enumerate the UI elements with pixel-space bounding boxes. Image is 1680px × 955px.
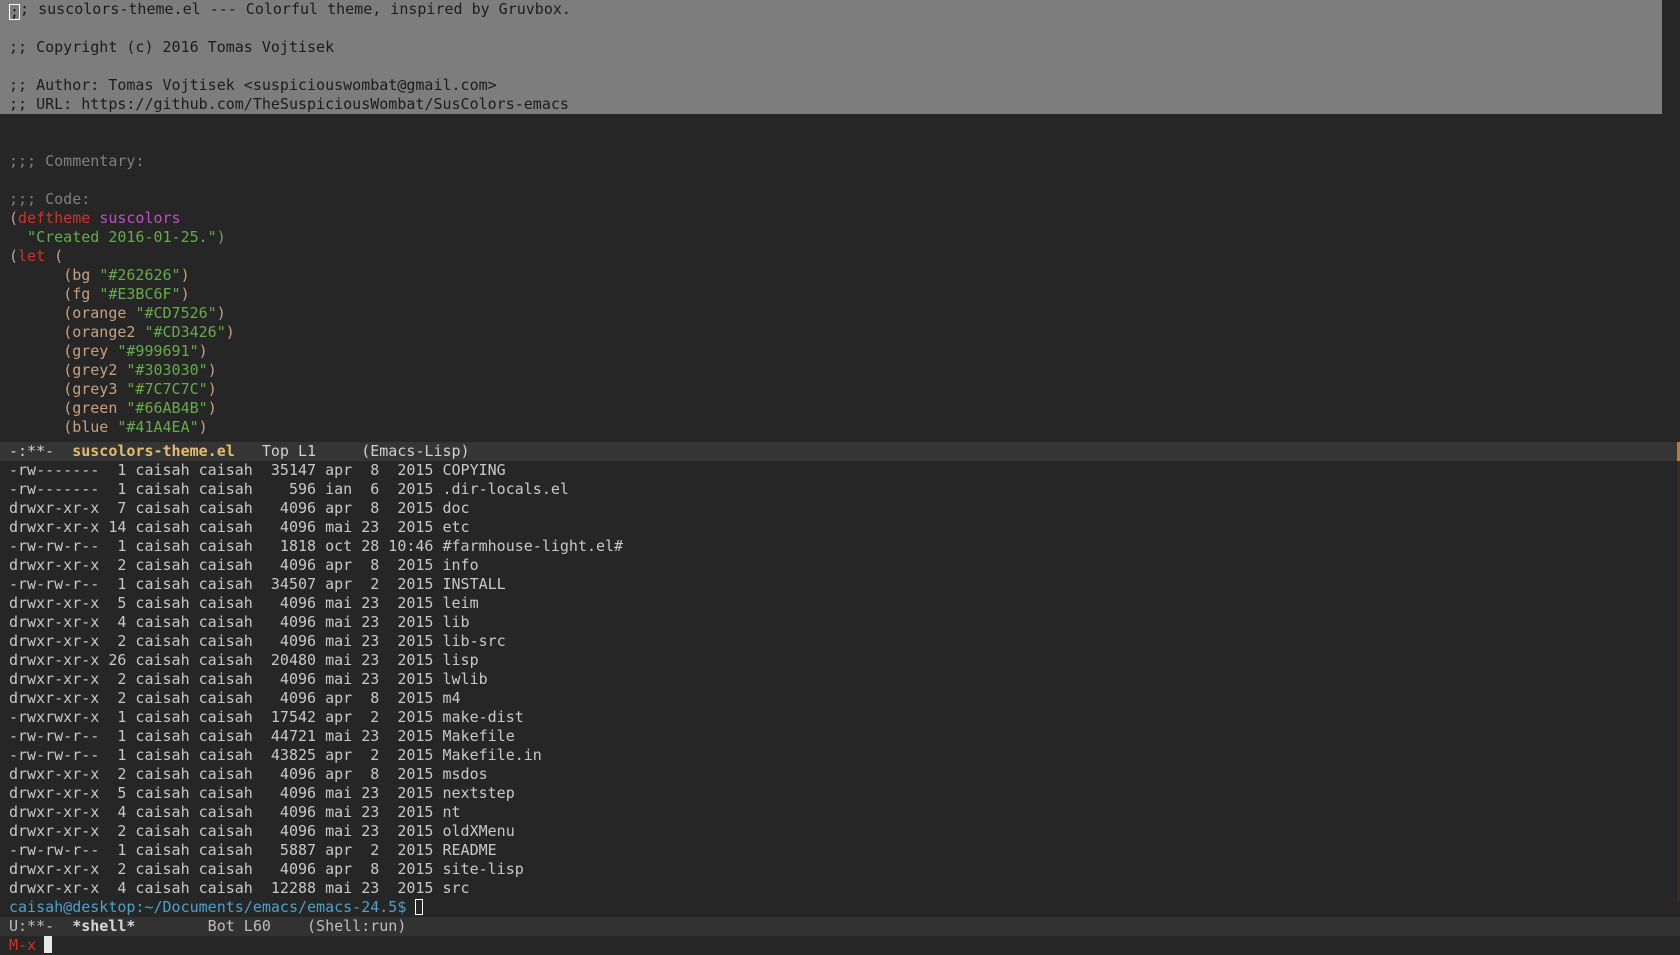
header-line-5: ;; URL: https://github.com/TheSuspicious…	[9, 95, 569, 113]
paren: (	[9, 209, 19, 227]
binding-value: "#7C7C7C"	[126, 380, 208, 398]
listing-row[interactable]: -rwxrwxr-x 1 caisah caisah 17542 apr 2 2…	[0, 708, 1680, 727]
commentary-heading: ;;; Commentary:	[9, 152, 145, 170]
binding-name: green	[72, 399, 118, 417]
shell-prompt: caisah@desktop:~/Documents/emacs/emacs-2…	[9, 898, 416, 916]
directory-listing: -rw------- 1 caisah caisah 35147 apr 8 2…	[0, 461, 1680, 898]
point-cursor: ;	[9, 3, 21, 21]
binding-name: fg	[72, 285, 91, 303]
shell-prompt-line[interactable]: caisah@desktop:~/Documents/emacs/emacs-2…	[0, 898, 1680, 917]
code-line[interactable]: ;; Author: Tomas Vojtisek <suspiciouswom…	[0, 76, 1662, 95]
theme-name: suscolors	[99, 209, 181, 227]
listing-row[interactable]: drwxr-xr-x 26 caisah caisah 20480 mai 23…	[0, 651, 1680, 670]
editor-window[interactable]: ;; suscolors-theme.el --- Colorful theme…	[0, 0, 1680, 442]
binding-value: "#262626"	[99, 266, 181, 284]
modeline-status: -:**-	[9, 442, 73, 460]
binding-name: orange2	[72, 323, 136, 341]
listing-row[interactable]: -rw-rw-r-- 1 caisah caisah 1818 oct 28 1…	[0, 537, 1680, 556]
code-line[interactable]: (let (	[0, 247, 1680, 266]
mode-line-editor[interactable]: -:**- suscolors-theme.el Top L1 (Emacs-L…	[0, 442, 1680, 461]
listing-row[interactable]: drwxr-xr-x 2 caisah caisah 4096 mai 23 2…	[0, 632, 1680, 651]
code-heading: ;;; Code:	[9, 190, 91, 208]
listing-row[interactable]: drwxr-xr-x 2 caisah caisah 4096 mai 23 2…	[0, 822, 1680, 841]
paren: (	[45, 247, 64, 265]
code-line[interactable]: (deftheme suscolors	[0, 209, 1680, 228]
code-line[interactable]: ;; suscolors-theme.el --- Colorful theme…	[0, 0, 1662, 21]
minibuffer[interactable]: M-x	[0, 936, 1680, 955]
deftheme-keyword: deftheme	[18, 209, 91, 227]
code-line[interactable]: ;; URL: https://github.com/TheSuspicious…	[0, 95, 1662, 114]
listing-row[interactable]: -rw-rw-r-- 1 caisah caisah 34507 apr 2 2…	[0, 575, 1680, 594]
modeline-position: Top L1	[234, 442, 362, 460]
binding-name: grey2	[72, 361, 118, 379]
code-line[interactable]: ;;; Code:	[0, 190, 1680, 209]
binding-name: orange	[72, 304, 127, 322]
listing-row[interactable]: drwxr-xr-x 2 caisah caisah 4096 apr 8 20…	[0, 556, 1680, 575]
binding-name: bg	[72, 266, 91, 284]
binding-name: blue	[72, 418, 109, 436]
listing-row[interactable]: drwxr-xr-x 7 caisah caisah 4096 apr 8 20…	[0, 499, 1680, 518]
binding-value: "#66AB4B"	[126, 399, 208, 417]
code-line[interactable]	[0, 57, 1662, 76]
binding-value: "#303030"	[126, 361, 208, 379]
code-line[interactable]	[0, 171, 1680, 190]
binding-name: grey3	[72, 380, 118, 398]
modeline-major-mode[interactable]: (Emacs-Lisp)	[361, 442, 469, 460]
binding-value: "#E3BC6F"	[99, 285, 181, 303]
code-line[interactable]	[0, 114, 1680, 133]
binding-line[interactable]: (fg "#E3BC6F")	[0, 285, 1680, 304]
binding-value: "#999691"	[117, 342, 199, 360]
modeline-buffer-name[interactable]: suscolors-theme.el	[72, 442, 235, 460]
header-line-0: ; suscolors-theme.el --- Colorful theme,…	[20, 0, 571, 18]
listing-row[interactable]: -rw-rw-r-- 1 caisah caisah 43825 apr 2 2…	[0, 746, 1680, 765]
code-line[interactable]	[0, 19, 1662, 38]
binding-line[interactable]: (grey "#999691")	[0, 342, 1680, 361]
listing-row[interactable]: -rw------- 1 caisah caisah 596 ian 6 201…	[0, 480, 1680, 499]
binding-line[interactable]: (bg "#262626")	[0, 266, 1680, 285]
header-line-4: ;; Author: Tomas Vojtisek <suspiciouswom…	[9, 76, 497, 94]
listing-row[interactable]: drwxr-xr-x 2 caisah caisah 4096 apr 8 20…	[0, 689, 1680, 708]
let-keyword: let	[18, 247, 46, 265]
code-line[interactable]: "Created 2016-01-25.")	[0, 228, 1680, 247]
modeline-position: Bot L60	[135, 917, 308, 935]
modeline-major-mode[interactable]: (Shell:run)	[307, 917, 406, 935]
listing-row[interactable]: -rw------- 1 caisah caisah 35147 apr 8 2…	[0, 461, 1680, 480]
listing-row[interactable]: drwxr-xr-x 5 caisah caisah 4096 mai 23 2…	[0, 784, 1680, 803]
listing-row[interactable]: drwxr-xr-x 2 caisah caisah 4096 mai 23 2…	[0, 670, 1680, 689]
mode-line-shell[interactable]: U:**- *shell* Bot L60 (Shell:run)	[0, 917, 1680, 936]
header-line-2: ;; Copyright (c) 2016 Tomas Vojtisek	[9, 38, 335, 56]
code-line[interactable]	[0, 133, 1680, 152]
minibuffer-cursor	[44, 936, 53, 953]
code-line[interactable]: ;;; Commentary:	[0, 152, 1680, 171]
listing-row[interactable]: drwxr-xr-x 4 caisah caisah 12288 mai 23 …	[0, 879, 1680, 898]
listing-row[interactable]: drwxr-xr-x 2 caisah caisah 4096 apr 8 20…	[0, 860, 1680, 879]
code-line[interactable]: ;; Copyright (c) 2016 Tomas Vojtisek	[0, 38, 1662, 57]
binding-line[interactable]: (grey3 "#7C7C7C")	[0, 380, 1680, 399]
created-string: "Created 2016-01-25.")	[27, 228, 226, 246]
shell-window[interactable]: -rw------- 1 caisah caisah 35147 apr 8 2…	[0, 461, 1680, 917]
binding-line[interactable]: (orange2 "#CD3426")	[0, 323, 1680, 342]
binding-name: grey	[72, 342, 109, 360]
listing-row[interactable]: -rw-rw-r-- 1 caisah caisah 44721 mai 23 …	[0, 727, 1680, 746]
paren: (	[9, 247, 19, 265]
binding-value: "#CD7526"	[135, 304, 217, 322]
binding-value: "#CD3426"	[144, 323, 226, 341]
modeline-buffer-name[interactable]: *shell*	[72, 917, 135, 935]
minibuffer-prompt: M-x	[9, 936, 37, 954]
binding-value: "#41A4EA"	[117, 418, 199, 436]
shell-cursor	[415, 899, 424, 915]
binding-line[interactable]: (green "#66AB4B")	[0, 399, 1680, 418]
listing-row[interactable]: drwxr-xr-x 14 caisah caisah 4096 mai 23 …	[0, 518, 1680, 537]
binding-line[interactable]: (grey2 "#303030")	[0, 361, 1680, 380]
modeline-status: U:**-	[9, 917, 73, 935]
listing-row[interactable]: drwxr-xr-x 2 caisah caisah 4096 apr 8 20…	[0, 765, 1680, 784]
listing-row[interactable]: -rw-rw-r-- 1 caisah caisah 5887 apr 2 20…	[0, 841, 1680, 860]
listing-row[interactable]: drwxr-xr-x 4 caisah caisah 4096 mai 23 2…	[0, 613, 1680, 632]
binding-line[interactable]: (blue "#41A4EA")	[0, 418, 1680, 437]
listing-row[interactable]: drwxr-xr-x 4 caisah caisah 4096 mai 23 2…	[0, 803, 1680, 822]
listing-row[interactable]: drwxr-xr-x 5 caisah caisah 4096 mai 23 2…	[0, 594, 1680, 613]
binding-line[interactable]: (orange "#CD7526")	[0, 304, 1680, 323]
